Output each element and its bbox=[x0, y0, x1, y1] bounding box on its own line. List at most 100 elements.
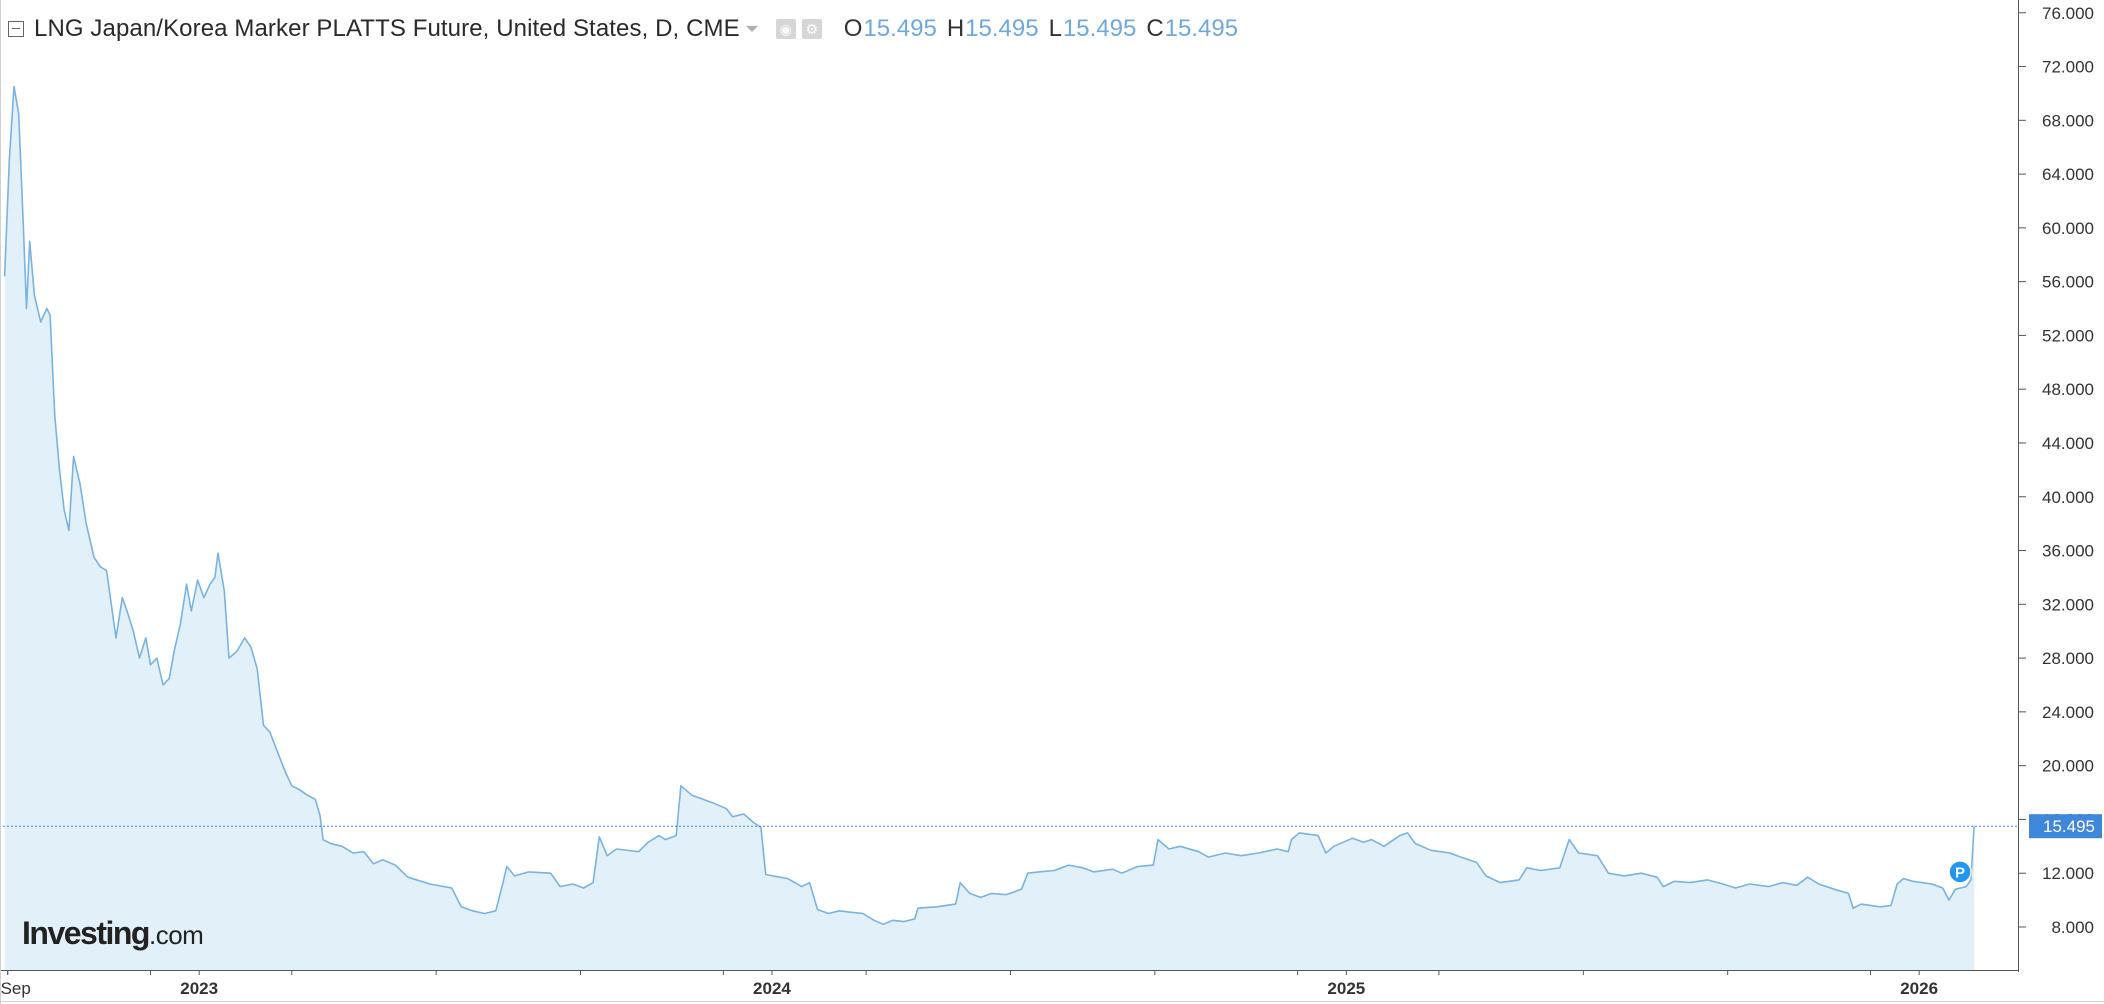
data-point bbox=[954, 903, 956, 905]
data-point bbox=[1818, 883, 1820, 885]
data-point bbox=[1847, 892, 1849, 894]
data-point bbox=[1460, 856, 1462, 858]
close-label: C bbox=[1146, 15, 1164, 42]
data-point bbox=[1973, 825, 1975, 827]
data-point bbox=[862, 912, 864, 914]
data-point bbox=[1767, 885, 1769, 887]
data-point bbox=[58, 469, 60, 471]
y-tick-label: 24.000 bbox=[2042, 703, 2094, 722]
data-point bbox=[1152, 864, 1154, 866]
data-point bbox=[244, 637, 246, 639]
data-point bbox=[46, 307, 48, 309]
data-point bbox=[341, 845, 343, 847]
current-price-label: 15.495 bbox=[2043, 817, 2095, 836]
data-point bbox=[54, 415, 56, 417]
data-point bbox=[1526, 867, 1528, 869]
data-point bbox=[658, 834, 660, 836]
data-point bbox=[1414, 842, 1416, 844]
data-point bbox=[506, 865, 508, 867]
data-point bbox=[1518, 879, 1520, 881]
data-point bbox=[8, 159, 10, 161]
price-chart[interactable]: 8.00012.00016.00020.00024.00028.00032.00… bbox=[0, 0, 2104, 1004]
data-point bbox=[1027, 872, 1029, 874]
data-point bbox=[306, 794, 308, 796]
open-value: 15.495 bbox=[863, 15, 937, 42]
y-tick-label: 48.000 bbox=[2042, 380, 2094, 399]
data-point bbox=[1224, 852, 1226, 854]
data-point bbox=[550, 872, 552, 874]
data-point bbox=[330, 842, 332, 844]
data-point bbox=[1317, 834, 1319, 836]
data-point bbox=[1240, 855, 1242, 857]
data-point bbox=[145, 637, 147, 639]
y-tick-label: 60.000 bbox=[2042, 219, 2094, 238]
data-point bbox=[1640, 872, 1642, 874]
data-point bbox=[914, 918, 916, 920]
data-point bbox=[1499, 881, 1501, 883]
data-point bbox=[1287, 851, 1289, 853]
data-point bbox=[22, 227, 24, 229]
investing-logo: Investing.com bbox=[22, 915, 204, 951]
data-point bbox=[13, 86, 15, 88]
data-point bbox=[1656, 876, 1658, 878]
y-tick-label: 64.000 bbox=[2042, 165, 2094, 184]
data-point bbox=[394, 864, 396, 866]
data-point bbox=[1067, 864, 1069, 866]
data-point bbox=[787, 877, 789, 879]
data-point bbox=[675, 834, 677, 836]
data-point bbox=[936, 906, 938, 908]
y-tick-label: 40.000 bbox=[2042, 488, 2094, 507]
gear-icon[interactable]: ⚙ bbox=[801, 19, 822, 39]
data-point bbox=[1198, 851, 1200, 853]
y-tick-label: 28.000 bbox=[2042, 649, 2094, 668]
data-point bbox=[765, 873, 767, 875]
collapse-legend-button[interactable] bbox=[8, 21, 24, 37]
low-label: L bbox=[1048, 15, 1062, 42]
data-point bbox=[1179, 845, 1181, 847]
x-tick-label: 2025 bbox=[1327, 979, 1365, 998]
chevron-down-icon[interactable] bbox=[745, 26, 758, 32]
data-point bbox=[93, 556, 95, 558]
y-tick-label: 20.000 bbox=[2042, 757, 2094, 776]
data-point bbox=[732, 816, 734, 818]
data-point bbox=[99, 566, 101, 568]
data-point bbox=[1722, 883, 1724, 885]
data-point bbox=[1902, 877, 1904, 879]
data-point bbox=[173, 650, 175, 652]
data-point bbox=[363, 851, 365, 853]
data-point bbox=[1970, 879, 1972, 881]
symbol-title: LNG Japan/Korea Marker PLATTS Future, Un… bbox=[34, 15, 740, 42]
data-point bbox=[236, 650, 238, 652]
data-point bbox=[68, 529, 70, 531]
data-point bbox=[1449, 852, 1451, 854]
data-point bbox=[1111, 868, 1113, 870]
data-point bbox=[228, 657, 230, 659]
data-point bbox=[1485, 875, 1487, 877]
data-point bbox=[1965, 885, 1967, 887]
data-point bbox=[18, 112, 20, 114]
data-point bbox=[1093, 871, 1095, 873]
data-point bbox=[72, 455, 74, 457]
data-point bbox=[743, 813, 745, 815]
data-point bbox=[1568, 838, 1570, 840]
data-point bbox=[637, 851, 639, 853]
data-point bbox=[1020, 888, 1022, 890]
data-point bbox=[185, 583, 187, 585]
data-point bbox=[298, 789, 300, 791]
data-point bbox=[1290, 838, 1292, 840]
data-point bbox=[1954, 888, 1956, 890]
open-label: O bbox=[843, 15, 863, 42]
data-point bbox=[1430, 849, 1432, 851]
data-point bbox=[873, 919, 875, 921]
data-point bbox=[1053, 869, 1055, 871]
eye-icon[interactable]: ◉ bbox=[775, 19, 796, 39]
data-point bbox=[1257, 852, 1259, 854]
data-point bbox=[33, 294, 35, 296]
data-point bbox=[132, 630, 134, 632]
data-point bbox=[63, 509, 65, 511]
data-point bbox=[838, 910, 840, 912]
data-point bbox=[1351, 837, 1353, 839]
data-point bbox=[121, 596, 123, 598]
x-tick-label: 2026 bbox=[1900, 979, 1938, 998]
data-point bbox=[801, 885, 803, 887]
